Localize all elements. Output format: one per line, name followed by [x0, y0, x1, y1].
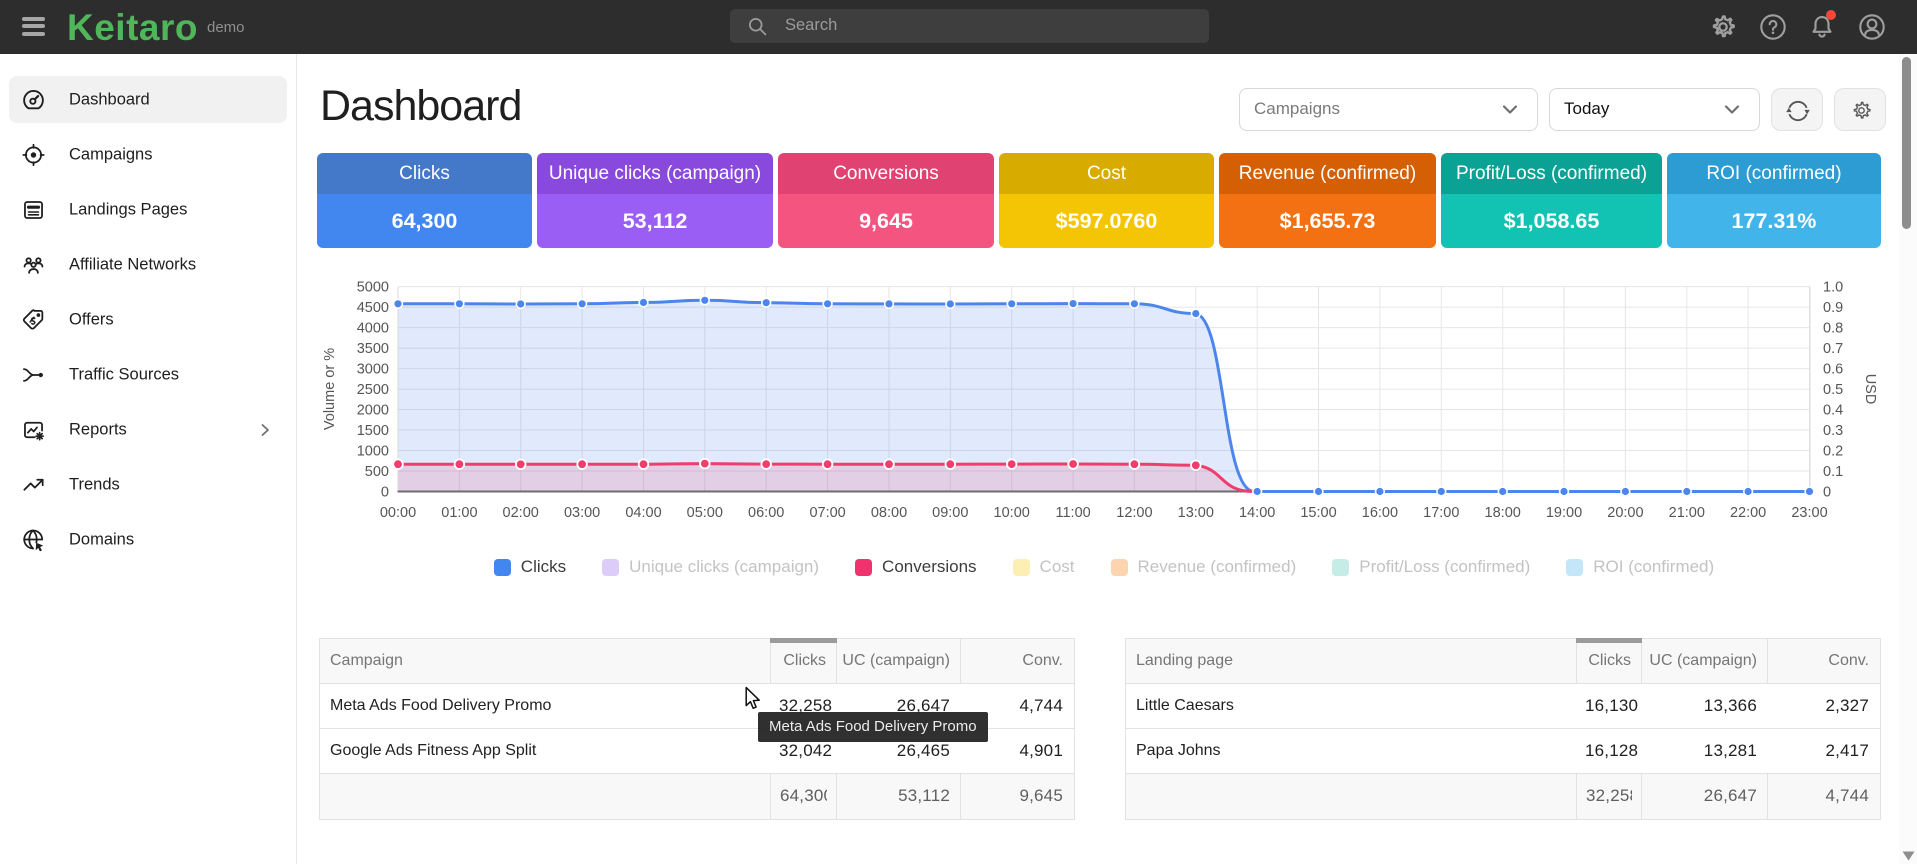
svg-text:1000: 1000 — [357, 444, 389, 460]
svg-text:04:00: 04:00 — [625, 505, 661, 521]
svg-text:4500: 4500 — [357, 300, 389, 316]
svg-text:0.3: 0.3 — [1823, 423, 1843, 439]
svg-text:14:00: 14:00 — [1239, 505, 1275, 521]
svg-text:06:00: 06:00 — [748, 505, 784, 521]
svg-text:0.1: 0.1 — [1823, 464, 1843, 480]
svg-text:500: 500 — [365, 464, 389, 480]
svg-text:05:00: 05:00 — [687, 505, 723, 521]
svg-text:0.7: 0.7 — [1823, 341, 1843, 357]
svg-text:0.5: 0.5 — [1823, 382, 1843, 398]
svg-text:0.2: 0.2 — [1823, 444, 1843, 460]
svg-text:17:00: 17:00 — [1423, 505, 1459, 521]
svg-text:4000: 4000 — [357, 321, 389, 337]
svg-text:USD: USD — [1862, 374, 1878, 405]
svg-text:08:00: 08:00 — [871, 505, 907, 521]
svg-text:5000: 5000 — [357, 280, 389, 296]
svg-text:10:00: 10:00 — [994, 505, 1030, 521]
svg-text:0.8: 0.8 — [1823, 321, 1843, 337]
svg-text:22:00: 22:00 — [1730, 505, 1766, 521]
svg-text:15:00: 15:00 — [1300, 505, 1336, 521]
svg-text:3000: 3000 — [357, 362, 389, 378]
svg-text:21:00: 21:00 — [1669, 505, 1705, 521]
svg-text:07:00: 07:00 — [809, 505, 845, 521]
svg-text:2000: 2000 — [357, 403, 389, 419]
svg-text:12:00: 12:00 — [1116, 505, 1152, 521]
svg-text:16:00: 16:00 — [1362, 505, 1398, 521]
svg-text:0.4: 0.4 — [1823, 403, 1843, 419]
svg-text:00:00: 00:00 — [380, 505, 416, 521]
svg-text:0: 0 — [381, 485, 389, 501]
svg-text:03:00: 03:00 — [564, 505, 600, 521]
svg-text:09:00: 09:00 — [932, 505, 968, 521]
svg-text:02:00: 02:00 — [503, 505, 539, 521]
svg-text:01:00: 01:00 — [441, 505, 477, 521]
svg-text:0.9: 0.9 — [1823, 300, 1843, 316]
svg-text:20:00: 20:00 — [1607, 505, 1643, 521]
svg-text:1500: 1500 — [357, 423, 389, 439]
svg-text:3500: 3500 — [357, 341, 389, 357]
svg-text:0: 0 — [1823, 485, 1831, 501]
svg-text:2500: 2500 — [357, 382, 389, 398]
svg-text:Volume or %: Volume or % — [322, 348, 338, 430]
svg-text:23:00: 23:00 — [1791, 505, 1827, 521]
svg-text:11:00: 11:00 — [1055, 505, 1090, 521]
svg-text:19:00: 19:00 — [1546, 505, 1582, 521]
svg-text:0.6: 0.6 — [1823, 362, 1843, 378]
svg-text:1.0: 1.0 — [1823, 280, 1843, 296]
svg-text:13:00: 13:00 — [1178, 505, 1214, 521]
svg-text:18:00: 18:00 — [1485, 505, 1521, 521]
